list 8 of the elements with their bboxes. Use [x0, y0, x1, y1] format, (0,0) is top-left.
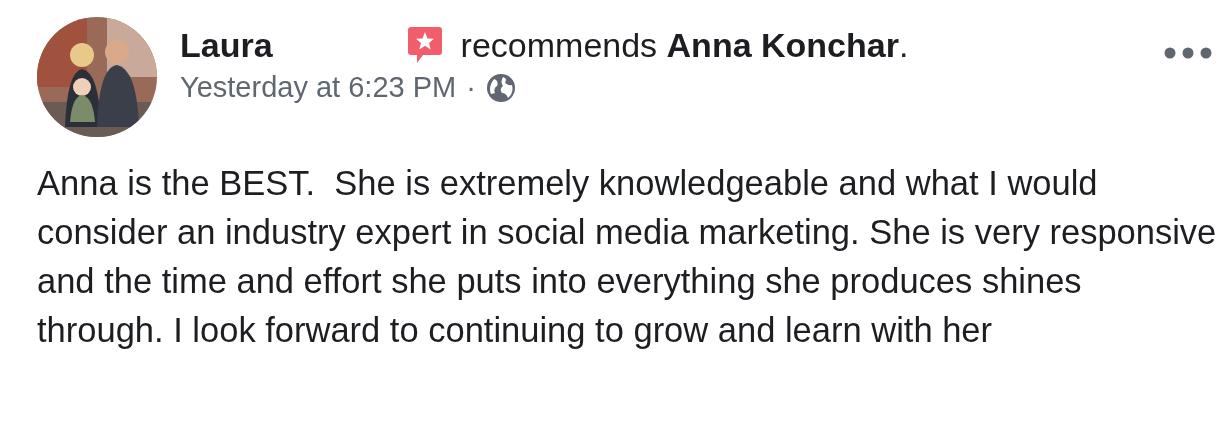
recommendation-text: recommends Anna Konchar.	[460, 25, 909, 65]
globe-icon	[485, 72, 516, 103]
star-icon	[406, 25, 443, 65]
separator-dot: ·	[466, 71, 476, 104]
more-options-icon[interactable]	[1164, 47, 1212, 59]
author-name[interactable]: Laura	[180, 25, 273, 65]
timestamp[interactable]: Yesterday at 6:23 PM	[180, 71, 457, 104]
post-text: Anna is the BEST. She is extremely knowledgeable and what I would consider an industry expert in social media marketing. She is very responsive and the time and effort she puts into everything she produces shines through. I look forward to continuing to grow and learn with her	[37, 163, 1217, 351]
